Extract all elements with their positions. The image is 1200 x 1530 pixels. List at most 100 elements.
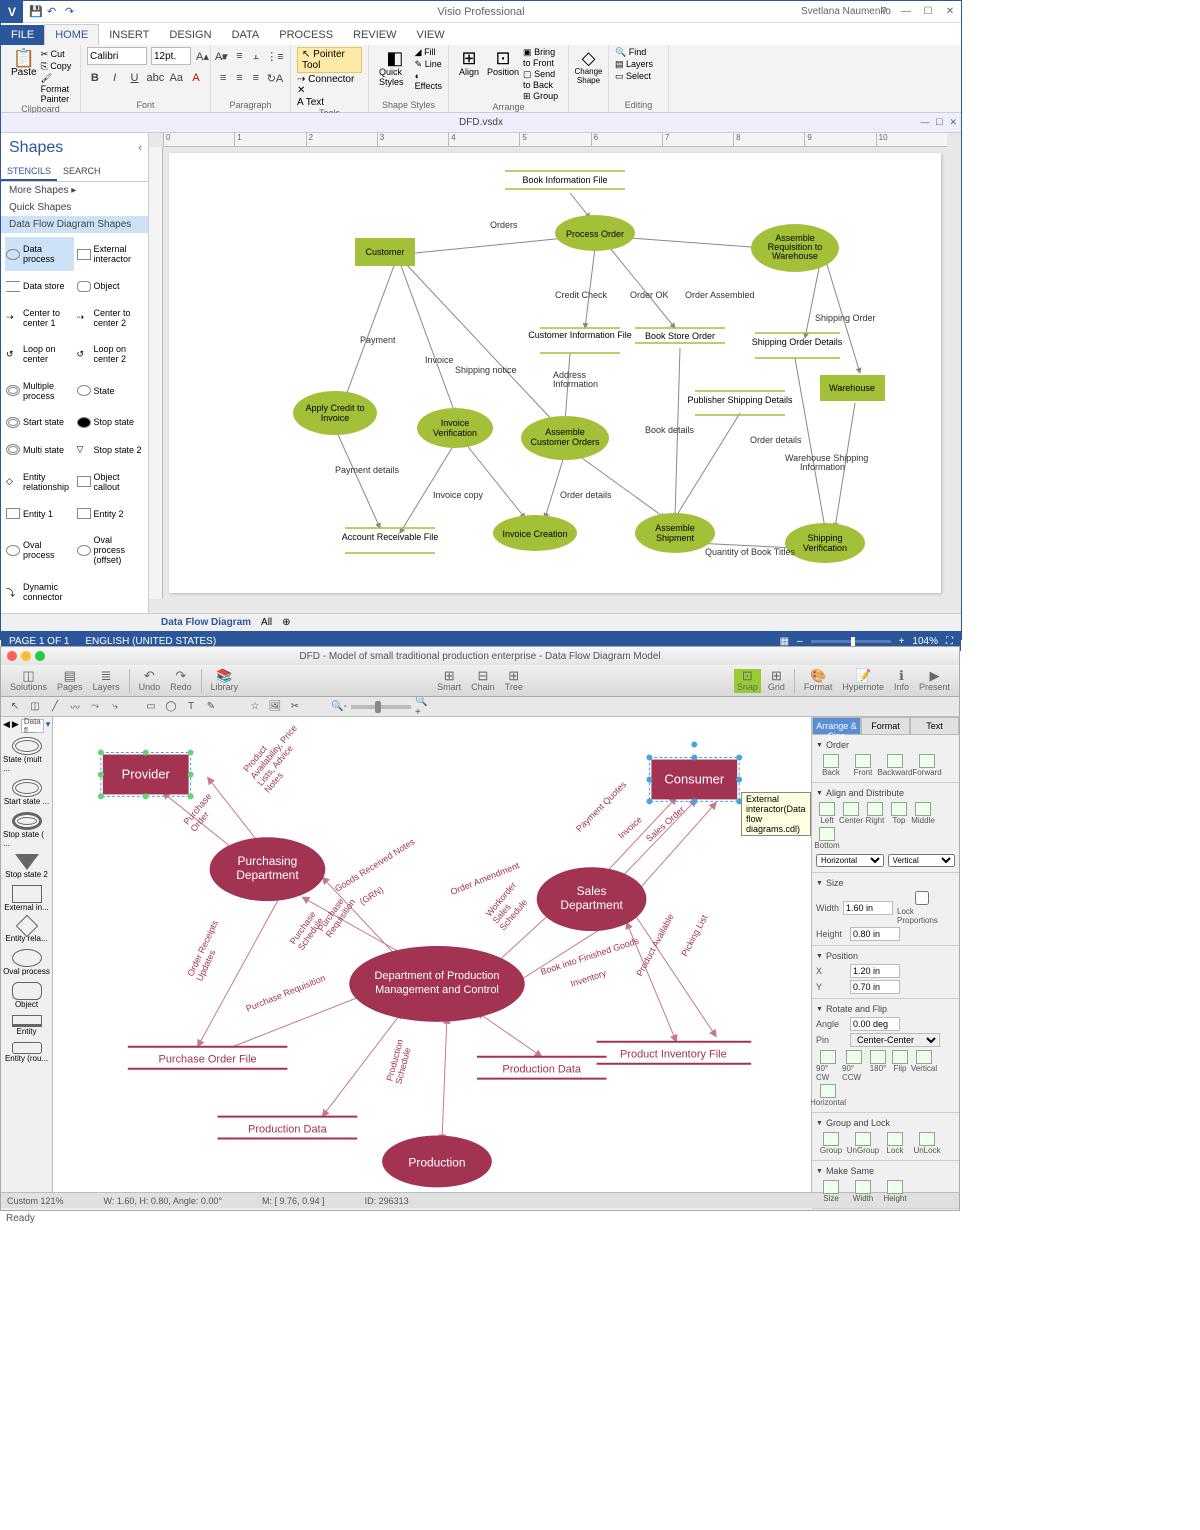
align-top-button[interactable]: Top (888, 802, 910, 825)
paste-button[interactable]: 📋Paste (7, 47, 41, 104)
increase-font-icon[interactable]: A▴ (195, 47, 210, 65)
maximize-icon[interactable]: ☐ (917, 2, 939, 22)
bullets-icon[interactable]: ⋮≡ (266, 47, 284, 65)
hypernote-button[interactable]: 📝Hypernote (839, 669, 887, 693)
page-tab-all[interactable]: All (261, 617, 272, 628)
text-icon[interactable]: T (183, 699, 199, 715)
shape-callout[interactable]: Object callout (76, 465, 145, 499)
unlock-button[interactable]: UnLock (912, 1132, 942, 1155)
add-page-icon[interactable]: ⊕ (282, 617, 290, 628)
smart-button[interactable]: ⊞Smart (434, 669, 464, 692)
fit-page-icon[interactable]: ⛶ (946, 636, 953, 647)
x-input[interactable] (850, 964, 900, 978)
process-order[interactable]: Process Order (555, 215, 635, 251)
align-center-icon[interactable]: ≡ (233, 69, 245, 87)
lib-external[interactable]: External in... (3, 883, 50, 914)
tab-home[interactable]: HOME (44, 24, 99, 45)
section-size[interactable]: Size (816, 876, 955, 890)
align-right-button[interactable]: Right (864, 802, 886, 825)
doc-minimize-icon[interactable]: — (920, 117, 929, 128)
section-position[interactable]: Position (816, 949, 955, 963)
grid-button[interactable]: ⊞Grid (765, 669, 788, 693)
layers-button[interactable]: ▤ Layers (615, 59, 662, 70)
align-button[interactable]: ⊞Align (455, 47, 483, 102)
order-back-button[interactable]: Back (816, 754, 846, 777)
undo-icon[interactable]: ↶ (47, 5, 61, 19)
rotate-180-button[interactable]: 180° (868, 1050, 888, 1082)
shape-center2[interactable]: ⇢Center to center 2 (76, 301, 145, 335)
process-sales[interactable]: SalesDepartment (537, 867, 647, 931)
star-icon[interactable]: ☆ (247, 699, 263, 715)
align-center-button[interactable]: Center (840, 802, 862, 825)
nav-fwd-icon[interactable]: ▶ (12, 719, 19, 733)
section-group-lock[interactable]: Group and Lock (816, 1116, 955, 1130)
section-order[interactable]: Order (816, 738, 955, 752)
external-consumer[interactable]: Consumer (646, 742, 742, 805)
change-shape-button[interactable]: ◇Change Shape (575, 47, 602, 87)
width-input[interactable] (843, 901, 893, 915)
minimize-icon[interactable]: — (895, 2, 917, 22)
strike-button[interactable]: abc (146, 69, 164, 87)
tree-button[interactable]: ⊞Tree (502, 669, 526, 692)
store-prod-data1[interactable]: Production Data (218, 1117, 358, 1139)
height-input[interactable] (850, 927, 900, 941)
tab-file[interactable]: FILE (1, 25, 44, 45)
font-size-select[interactable] (151, 47, 191, 65)
quick-styles-button[interactable]: ◧Quick Styles (375, 47, 415, 91)
same-size-button[interactable]: Size (816, 1180, 846, 1203)
pages-button[interactable]: ▤Pages (54, 669, 86, 692)
view-mode-icon[interactable]: ▦ (780, 636, 789, 647)
font-color-button[interactable]: A (188, 69, 204, 87)
shape-external-interactor[interactable]: External interactor (76, 237, 145, 271)
lib-entity-rel[interactable]: Entity rela... (3, 916, 50, 945)
minimize-traffic-icon[interactable] (21, 651, 31, 661)
redo-button[interactable]: ↷Redo (167, 669, 195, 692)
section-make-same[interactable]: Make Same (816, 1164, 955, 1178)
process-invoice-creation[interactable]: Invoice Creation (493, 515, 577, 551)
cd-canvas[interactable]: External interactor(Data flow diagrams.c… (53, 717, 811, 1192)
align-right-icon[interactable]: ≡ (250, 69, 262, 87)
inspector-tab-arrange[interactable]: Arrange & Size (812, 717, 861, 735)
store-inventory-file[interactable]: Product Inventory File (597, 1042, 752, 1064)
shape-oval-proc-offset[interactable]: Oval process (offset) (76, 528, 145, 572)
lasso-icon[interactable]: ◫ (27, 699, 43, 715)
shape-state[interactable]: State (76, 373, 145, 407)
save-icon[interactable]: 💾 (29, 5, 43, 19)
quick-shapes-link[interactable]: Quick Shapes (1, 199, 148, 216)
process-assemble-customer[interactable]: AssembleCustomer Orders (521, 416, 609, 460)
page-tab-dfd[interactable]: Data Flow Diagram (161, 617, 251, 628)
crop-icon[interactable]: ✂ (287, 699, 303, 715)
same-height-button[interactable]: Height (880, 1180, 910, 1203)
bring-front-button[interactable]: ▣ Bring to Front (523, 47, 562, 68)
library-menu-icon[interactable]: ▾ (46, 719, 51, 733)
group-button[interactable]: Group (816, 1132, 846, 1155)
zoom-out-icon[interactable]: 🔍- (331, 699, 347, 715)
distribute-h-select[interactable]: Horizontal (816, 854, 884, 867)
solutions-button[interactable]: ◫Solutions (7, 669, 50, 692)
rotate-ccw-button[interactable]: 90° CCW (842, 1050, 866, 1082)
shape-entity1[interactable]: Entity 1 (5, 501, 74, 526)
process-purchasing[interactable]: PurchasingDepartment (210, 837, 326, 901)
format-painter-button[interactable]: 🖌 Format Painter (41, 73, 74, 104)
nav-back-icon[interactable]: ◀ (3, 719, 10, 733)
store-cust-info[interactable]: Customer Information File (528, 328, 632, 353)
shape-data-store[interactable]: Data store (5, 273, 74, 298)
shape-object[interactable]: Object (76, 273, 145, 298)
shape-start-state[interactable]: Start state (5, 410, 74, 435)
curve-tool-icon[interactable]: 〰 (67, 699, 83, 715)
tab-design[interactable]: DESIGN (159, 25, 221, 45)
lib-state-multi[interactable]: State (mult ... (3, 735, 50, 775)
redo-icon[interactable]: ↷ (65, 5, 79, 19)
inspector-tab-format[interactable]: Format (861, 717, 910, 735)
angle-input[interactable] (850, 1017, 900, 1031)
process-dpmc[interactable]: Department of ProductionManagement and C… (349, 946, 525, 1022)
zoom-track[interactable] (351, 705, 411, 709)
section-align[interactable]: Align and Distribute (816, 786, 955, 800)
order-backward-button[interactable]: Backward (880, 754, 910, 777)
external-customer[interactable]: Customer (355, 238, 415, 266)
status-zoom[interactable]: Custom 121% (7, 1196, 64, 1206)
tab-view[interactable]: VIEW (406, 25, 454, 45)
image-icon[interactable]: 🖼 (267, 699, 283, 715)
zoom-slider[interactable] (811, 640, 891, 643)
flip-h-button[interactable]: Horizontal (816, 1084, 840, 1107)
